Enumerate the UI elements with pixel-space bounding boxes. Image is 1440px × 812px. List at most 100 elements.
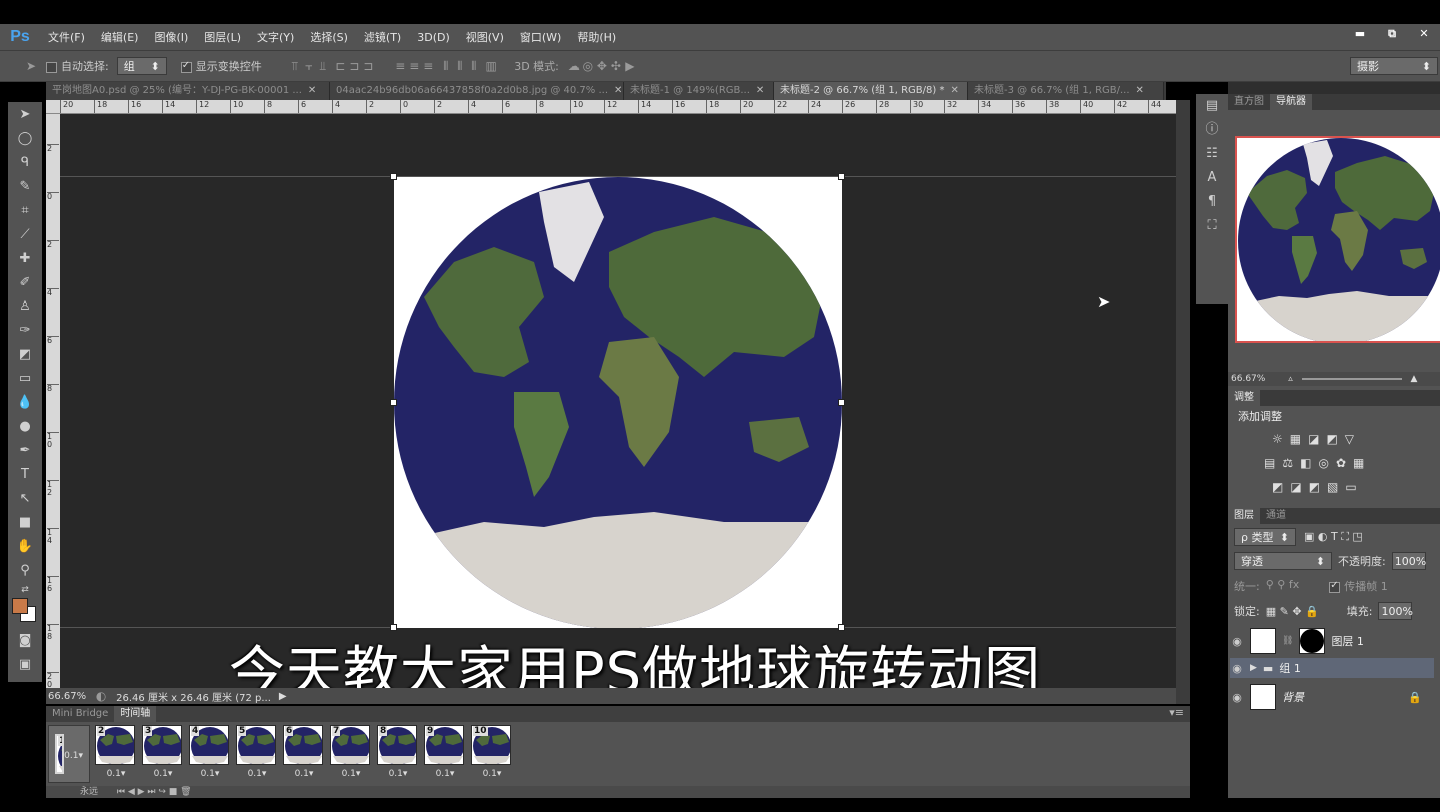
blend-mode-dropdown[interactable]: 穿透 ⬍ [1234, 552, 1332, 570]
vibrance-icon[interactable]: ▽ [1345, 432, 1354, 446]
character-icon[interactable]: A [1196, 166, 1228, 190]
move-tool-icon[interactable]: ➤ [24, 59, 38, 73]
menu-filter[interactable]: 滤镜(T) [356, 29, 409, 45]
zoom-in-icon[interactable]: ▲ [1410, 374, 1417, 384]
expand-arrow-icon[interactable]: ▶ [1250, 663, 1257, 673]
layer-filter-icons[interactable]: ▣ ◐ T ⛶ ◳ [1304, 530, 1363, 544]
quick-select-tool-icon[interactable]: ✎ [8, 174, 42, 198]
auto-select-dropdown[interactable]: 组 ⬍ [116, 57, 167, 75]
shape-tool-icon[interactable]: ■ [8, 510, 42, 534]
brush-tool-icon[interactable]: ✐ [8, 270, 42, 294]
foreground-color-swatch[interactable] [12, 598, 28, 614]
visibility-eye-icon[interactable]: ◉ [1230, 691, 1244, 704]
tab-channels[interactable]: 通道 [1260, 508, 1292, 524]
posterize-icon[interactable]: ◪ [1290, 480, 1301, 494]
3d-roll-icon[interactable]: ◎ [581, 59, 595, 73]
align-top-icon[interactable]: ⫪ [288, 59, 302, 74]
transform-handle[interactable] [838, 173, 845, 180]
color-lookup-icon[interactable]: ▦ [1353, 456, 1364, 470]
path-select-tool-icon[interactable]: ↖ [8, 486, 42, 510]
healing-tool-icon[interactable]: ✚ [8, 246, 42, 270]
transform-handle[interactable] [838, 399, 845, 406]
gradient-map-icon[interactable]: ▧ [1327, 480, 1338, 494]
timeline-frame[interactable]: 5 0.1▾ [236, 725, 278, 783]
tab-navigator[interactable]: 导航器 [1270, 94, 1312, 110]
zoom-out-icon[interactable]: ▵ [1288, 374, 1293, 384]
brightness-icon[interactable]: ☼ [1272, 432, 1283, 446]
frame-duration[interactable]: 0.1▾ [236, 769, 278, 779]
3d-pan-icon[interactable]: ✥ [595, 59, 609, 73]
align-right-icon[interactable]: ⊐ [361, 59, 375, 73]
timeline-frame[interactable]: 4 0.1▾ [189, 725, 231, 783]
levels-icon[interactable]: ▦ [1290, 432, 1301, 446]
hand-tool-icon[interactable]: ✋ [8, 534, 42, 558]
menu-view[interactable]: 视图(V) [458, 29, 512, 45]
layer-row-layer1[interactable]: ◉ ⛓ 图层 1 [1230, 628, 1434, 654]
align-hcenter-icon[interactable]: ⊐ [347, 59, 361, 73]
doc-tab-2[interactable]: 04aac24b96db06a66437858f0a2d0b8.jpg @ 40… [330, 82, 624, 100]
align-vcenter-icon[interactable]: ⫟ [302, 59, 316, 74]
auto-select-checkbox[interactable]: 自动选择: [46, 58, 109, 74]
propagate-checkbox[interactable]: 传播帧 1 [1329, 578, 1388, 594]
menu-layer[interactable]: 图层(L) [196, 29, 249, 45]
paths-icon[interactable]: ⛶ [1196, 214, 1228, 238]
eyedropper-tool-icon[interactable]: ⟋ [8, 222, 42, 246]
doc-tab-3[interactable]: 未标题-1 @ 149%(RGB... ✕ [624, 82, 774, 100]
curves-icon[interactable]: ◪ [1308, 432, 1319, 446]
selective-color-icon[interactable]: ▭ [1345, 480, 1356, 494]
share-icon[interactable]: ◐ [94, 689, 108, 703]
info-icon[interactable]: ⓘ [1196, 118, 1228, 142]
frame-duration[interactable]: 0.1▾ [471, 769, 513, 779]
close-icon[interactable]: ✕ [950, 85, 958, 96]
quick-mask-icon[interactable]: ◙ [8, 628, 42, 652]
timeline-frame[interactable]: 8 0.1▾ [377, 725, 419, 783]
minimize-button[interactable]: ▬ [1344, 24, 1376, 46]
timeline-frame[interactable]: 10 0.1▾ [471, 725, 513, 783]
hue-sat-icon[interactable]: ▤ [1264, 456, 1275, 470]
timeline-frame[interactable]: 6 0.1▾ [283, 725, 325, 783]
visibility-eye-icon[interactable]: ◉ [1230, 635, 1244, 648]
menu-help[interactable]: 帮助(H) [569, 29, 624, 45]
navigator-preview[interactable] [1235, 136, 1440, 343]
show-transform-checkbox[interactable]: 显示变换控件 [180, 58, 262, 74]
document-canvas[interactable] [390, 173, 845, 631]
layer-filter-dropdown[interactable]: ρ 类型 ⬍ [1234, 528, 1296, 546]
close-icon[interactable]: ✕ [308, 85, 316, 96]
frame-duration[interactable]: 0.1▾ [330, 769, 372, 779]
color-balance-icon[interactable]: ⚖ [1282, 456, 1293, 470]
menu-3d[interactable]: 3D(D) [409, 31, 458, 44]
dodge-tool-icon[interactable]: ● [8, 414, 42, 438]
distribute-top-icon[interactable]: ≡ [393, 59, 407, 73]
close-icon[interactable]: ✕ [614, 85, 622, 96]
timeline-frame[interactable]: 9 0.1▾ [424, 725, 466, 783]
zoom-slider[interactable] [1301, 377, 1402, 380]
distribute-right-icon[interactable]: ⦀ [467, 59, 481, 74]
channel-mixer-icon[interactable]: ✿ [1336, 456, 1346, 470]
unify-icons[interactable]: ⚲ ⚲ fx [1266, 578, 1300, 594]
photo-filter-icon[interactable]: ◎ [1318, 456, 1328, 470]
link-icon[interactable]: ⛓ [1282, 636, 1293, 646]
distribute-left-icon[interactable]: ⦀ [439, 59, 453, 74]
frame-duration[interactable]: 0.1▾ [424, 769, 466, 779]
close-icon[interactable]: ✕ [756, 85, 764, 96]
move-tool-icon[interactable]: ➤ [8, 102, 42, 126]
stamp-tool-icon[interactable]: ♙ [8, 294, 42, 318]
menu-image[interactable]: 图像(I) [146, 29, 196, 45]
tab-layers[interactable]: 图层 [1228, 508, 1260, 524]
history-brush-tool-icon[interactable]: ✑ [8, 318, 42, 342]
align-left-icon[interactable]: ⊏ [333, 59, 347, 73]
tab-histogram[interactable]: 直方图 [1228, 94, 1270, 110]
distribute-hcenter-icon[interactable]: ⦀ [453, 59, 467, 74]
tab-timeline[interactable]: 时间轴 [114, 706, 157, 722]
gradient-tool-icon[interactable]: ▭ [8, 366, 42, 390]
menu-window[interactable]: 窗口(W) [512, 29, 569, 45]
menu-file[interactable]: 文件(F) [40, 29, 93, 45]
align-bottom-icon[interactable]: ⫫ [316, 59, 330, 74]
history-icon[interactable]: ▤ [1196, 94, 1228, 118]
paragraph-icon[interactable]: ¶ [1196, 190, 1228, 214]
timeline-frame[interactable]: 7 0.1▾ [330, 725, 372, 783]
swap-colors-icon[interactable]: ⇄ [8, 582, 42, 598]
lock-icons[interactable]: ▦ ✎ ✥ 🔒 [1266, 605, 1319, 618]
properties-icon[interactable]: ☷ [1196, 142, 1228, 166]
loop-option[interactable]: 永远 [80, 787, 98, 797]
